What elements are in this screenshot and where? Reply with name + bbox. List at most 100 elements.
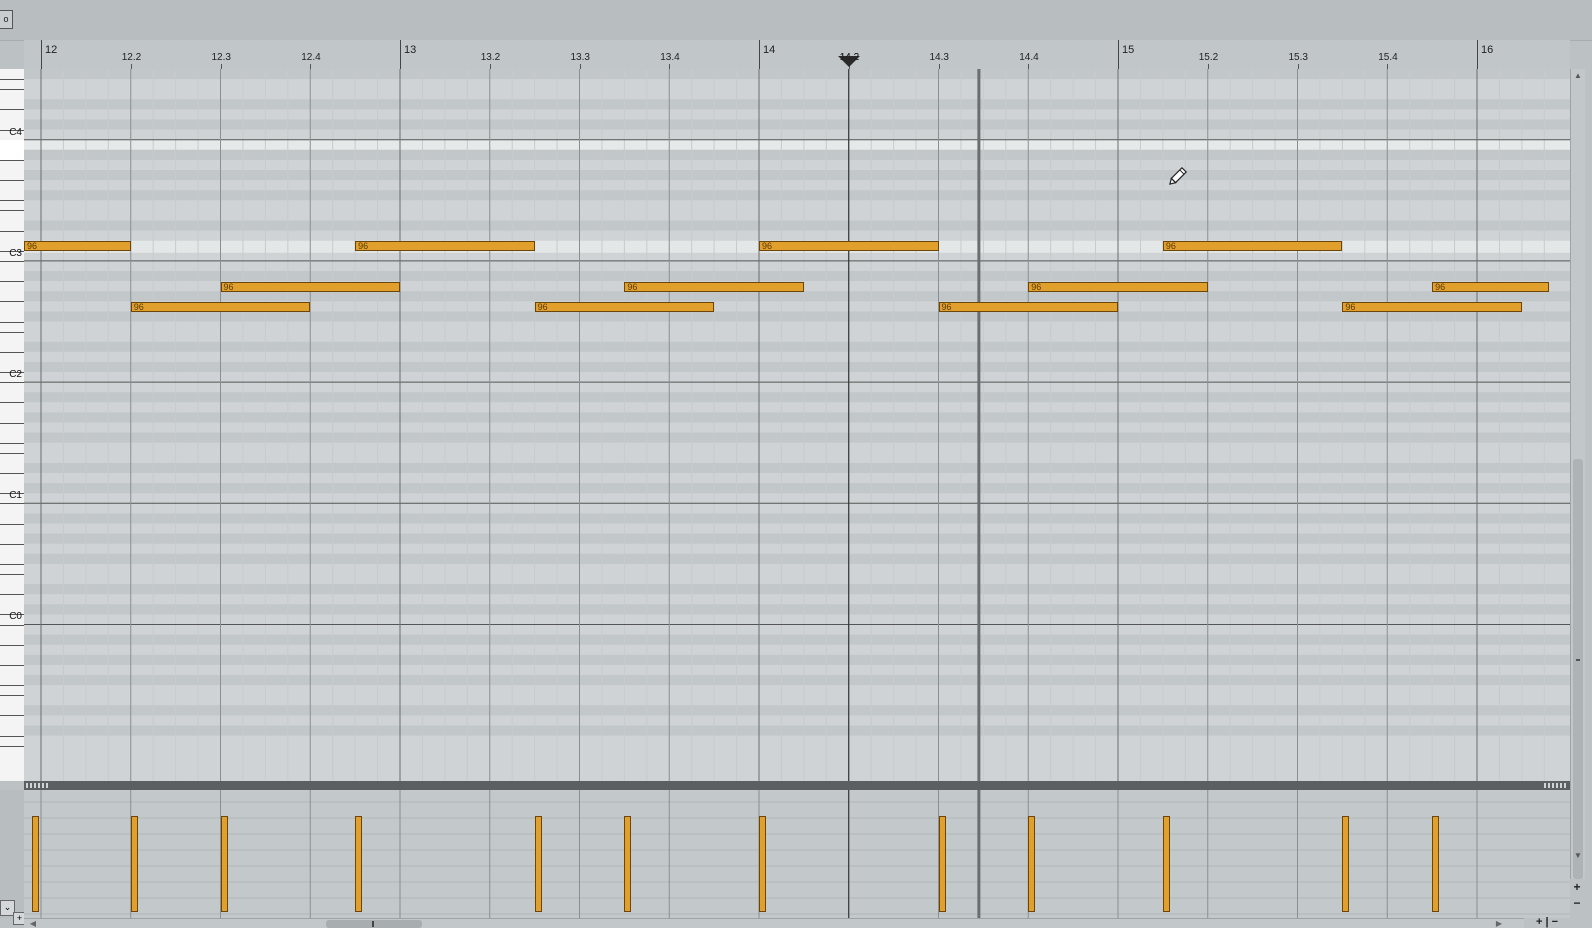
piano-keyboard[interactable]: C4 C3 C2 C1 C0 — [0, 69, 25, 781]
ruler-bar-label: 12 — [45, 44, 58, 56]
horizontal-zoom-buttons[interactable]: + | − — [1536, 917, 1586, 928]
black-key-row — [24, 584, 1570, 595]
black-key-row — [24, 291, 1570, 302]
velocity-bar[interactable] — [32, 816, 40, 912]
key-divider — [0, 180, 24, 182]
ruler-beat-label: 12.3 — [211, 52, 231, 63]
corner-toggle-button[interactable]: o — [0, 10, 13, 29]
ruler-beat-label: 14.3 — [929, 52, 949, 63]
key-divider — [0, 442, 24, 444]
key-divider — [0, 715, 24, 717]
black-key-row — [24, 553, 1570, 564]
key-divider — [0, 200, 24, 202]
midi-note[interactable]: 96 — [759, 241, 939, 252]
note-grid[interactable]: 96 96 96 96 96 96 96 96 96 96 96 96 — [24, 69, 1570, 781]
key-divider — [0, 624, 24, 626]
midi-note[interactable]: 96 — [1432, 281, 1549, 292]
velocity-lane-header — [0, 790, 24, 918]
velocity-bar[interactable] — [624, 816, 632, 912]
ruler-bar-tick — [1118, 40, 1119, 69]
black-key-row — [24, 634, 1570, 645]
black-key-row — [24, 170, 1570, 181]
scroll-up-arrow-icon[interactable]: ▲ — [1573, 71, 1583, 81]
lane-splitter[interactable] — [24, 781, 1570, 790]
key-divider — [0, 452, 24, 454]
velocity-bar[interactable] — [355, 816, 363, 912]
midi-note[interactable]: 96 — [1028, 281, 1208, 292]
key-divider — [0, 331, 24, 333]
black-key-row — [24, 220, 1570, 231]
horizontal-scroll-thumb[interactable] — [326, 920, 422, 928]
ruler-beat-label: 13.3 — [570, 52, 590, 63]
black-key-row — [24, 654, 1570, 665]
midi-note[interactable]: 96 — [624, 281, 804, 292]
midi-note[interactable]: 96 — [534, 301, 715, 312]
playhead-label: 14.2 — [839, 52, 860, 63]
key-highlight — [0, 139, 24, 160]
vertical-scroll-thumb[interactable] — [1573, 459, 1583, 879]
key-divider — [0, 89, 24, 91]
octave-label: C3 — [9, 247, 22, 259]
key-divider — [0, 695, 24, 697]
key-divider — [0, 644, 24, 646]
vertical-zoom-in-button[interactable]: + — [1570, 880, 1584, 894]
key-divider — [0, 745, 24, 747]
octave-label: C0 — [9, 611, 22, 623]
splitter-grip-right[interactable] — [1544, 783, 1568, 788]
midi-note[interactable]: 96 — [220, 281, 400, 292]
key-divider — [0, 664, 24, 666]
midi-note[interactable]: 96 — [355, 241, 535, 252]
vertical-scrollbar[interactable]: ▲ ▼ — [1570, 69, 1585, 879]
key-divider — [0, 735, 24, 737]
ruler-bar-label: 13 — [404, 44, 417, 56]
midi-note[interactable]: 96 — [938, 301, 1118, 312]
key-divider — [0, 321, 24, 323]
ruler-beat-label: 12.2 — [121, 52, 142, 63]
velocity-bar[interactable] — [1342, 816, 1350, 912]
thumb-grip-icon — [372, 921, 374, 927]
velocity-bar[interactable] — [759, 816, 766, 912]
timeline-ruler[interactable]: 12 13 14 15 16 12.2 12.3 12.4 13.2 13.3 13.4 14.2 14… — [24, 40, 1570, 69]
velocity-lane[interactable] — [24, 790, 1570, 918]
scroll-down-arrow-icon[interactable]: ▼ — [1573, 851, 1583, 861]
velocity-bar[interactable] — [938, 816, 946, 912]
key-divider — [0, 543, 24, 545]
key-divider — [0, 79, 24, 81]
piano-roll-editor: o 12 13 14 15 16 12.2 12.3 12.4 13.2 13.3 13.4 14.2… — [0, 0, 1592, 928]
midi-note[interactable]: 96 — [24, 241, 131, 252]
editor-header: o — [0, 0, 1592, 41]
key-divider — [0, 230, 24, 232]
velocity-bar[interactable] — [1162, 816, 1170, 912]
scroll-right-arrow-icon[interactable]: ▶ — [1494, 919, 1504, 928]
black-key-row — [24, 341, 1570, 352]
velocity-bar[interactable] — [130, 816, 138, 912]
midi-note[interactable]: 96 — [1162, 241, 1343, 252]
key-divider — [0, 260, 24, 262]
midi-note[interactable]: 96 — [1342, 301, 1522, 312]
vertical-zoom-out-button[interactable]: − — [1570, 896, 1584, 910]
ruler-beat-label: 15.3 — [1288, 52, 1308, 63]
key-divider — [0, 422, 24, 424]
ruler-bar-label: 16 — [1481, 44, 1494, 56]
scroll-left-arrow-icon[interactable]: ◀ — [28, 919, 38, 928]
black-key-row — [24, 119, 1570, 130]
ruler-bar-label: 15 — [1122, 44, 1135, 56]
velocity-bar[interactable] — [1432, 816, 1440, 912]
velocity-bar[interactable] — [220, 816, 228, 912]
horizontal-scrollbar[interactable]: ◀ ▶ — [24, 918, 1524, 928]
black-key-row — [24, 311, 1570, 322]
black-key-row — [24, 361, 1570, 372]
black-key-row — [24, 705, 1570, 716]
splitter-grip-left[interactable] — [26, 783, 50, 788]
ruler-beat-label: 14.4 — [1019, 52, 1039, 63]
velocity-bar[interactable] — [1028, 816, 1036, 912]
black-key-row — [24, 392, 1570, 403]
key-divider — [0, 281, 24, 283]
key-divider — [0, 301, 24, 303]
midi-note[interactable]: 96 — [130, 301, 311, 312]
velocity-bar[interactable] — [534, 816, 542, 912]
key-divider — [0, 402, 24, 404]
octave-label: C1 — [9, 490, 22, 502]
key-divider — [0, 382, 24, 384]
octave-label: C4 — [9, 126, 22, 138]
